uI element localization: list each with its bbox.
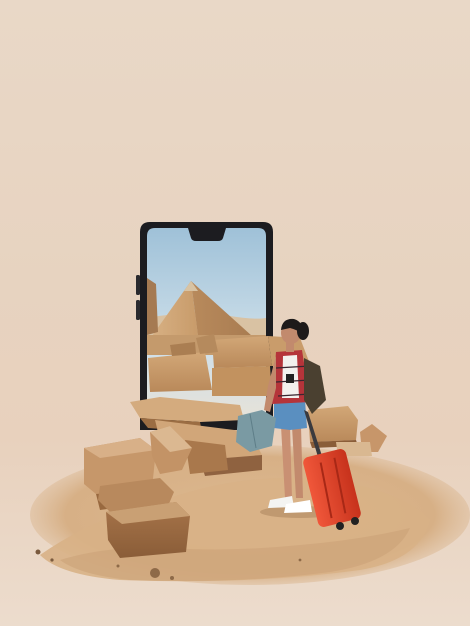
scene-illustration xyxy=(30,222,470,585)
travel-scene xyxy=(0,0,470,626)
